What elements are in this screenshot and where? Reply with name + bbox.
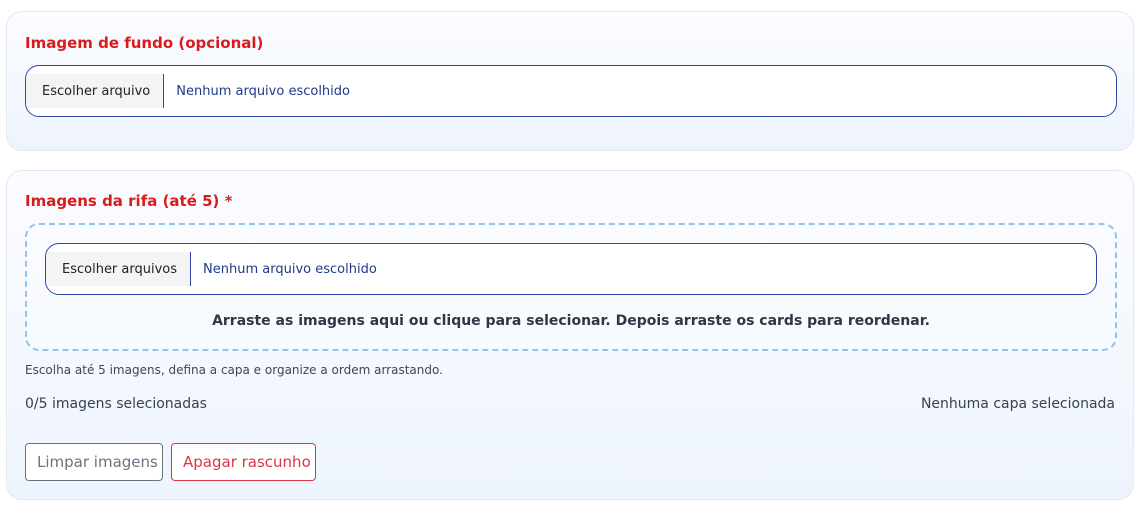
files-status-text: Nenhum arquivo escolhido	[203, 261, 377, 277]
raffle-images-label: Imagens da rifa (até 5) *	[25, 192, 233, 210]
file-status-text: Nenhum arquivo escolhido	[176, 83, 350, 99]
raffle-images-file-input[interactable]: Escolher arquivos Nenhum arquivo escolhi…	[45, 243, 1097, 295]
cover-status: Nenhuma capa selecionada	[920, 396, 1115, 412]
background-image-label: Imagem de fundo (opcional)	[25, 34, 264, 52]
clear-images-button[interactable]: Limpar imagens	[25, 443, 163, 481]
selected-count: 0/5 imagens selecionadas	[25, 396, 207, 412]
choose-files-button[interactable]: Escolher arquivos	[46, 252, 192, 286]
delete-draft-button[interactable]: Apagar rascunho	[171, 443, 316, 481]
dropzone-hint: Arraste as imagens aqui ou clique para s…	[212, 313, 930, 329]
background-image-file-input[interactable]: Escolher arquivo Nenhum arquivo escolhid…	[25, 65, 1117, 117]
choose-file-button[interactable]: Escolher arquivo	[26, 74, 165, 108]
help-text: Escolha até 5 imagens, defina a capa e o…	[25, 363, 443, 377]
raffle-images-card: Imagens da rifa (até 5) * Escolher arqui…	[6, 170, 1134, 500]
background-image-card: Imagem de fundo (opcional) Escolher arqu…	[6, 11, 1134, 151]
image-dropzone[interactable]: Escolher arquivos Nenhum arquivo escolhi…	[25, 223, 1117, 351]
